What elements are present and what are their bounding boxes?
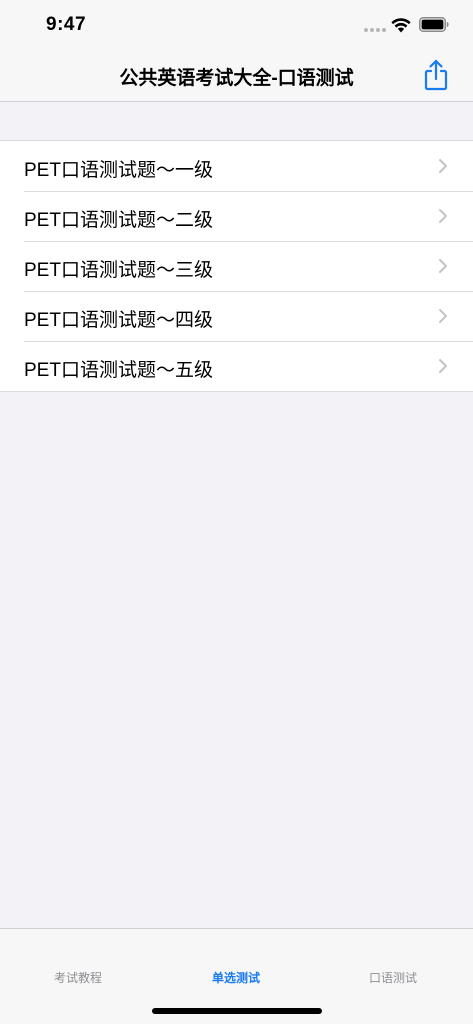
share-icon: [424, 59, 448, 91]
share-button[interactable]: [420, 58, 452, 92]
app-screen: 9:47 公共英语考试大全-口语测试 PET口语测试题～一级 PET口语测试题～…: [0, 0, 473, 1024]
list-item-label: PET口语测试题～五级: [24, 360, 213, 381]
list-item-level-1[interactable]: PET口语测试题～一级: [0, 141, 473, 191]
chevron-right-icon: [439, 209, 447, 223]
chevron-right-icon: [439, 159, 447, 173]
page-title: 公共英语考试大全-口语测试: [119, 68, 354, 89]
level-list: PET口语测试题～一级 PET口语测试题～二级 PET口语测试题～三级 PET口…: [0, 140, 473, 392]
list-item-level-3[interactable]: PET口语测试题～三级: [0, 241, 473, 291]
battery-icon: [419, 17, 449, 32]
list-item-level-5[interactable]: PET口语测试题～五级: [0, 341, 473, 391]
list-item-label: PET口语测试题～三级: [24, 260, 213, 281]
tab-single-choice-test[interactable]: 单选测试: [176, 969, 296, 986]
list-item-label: PET口语测试题～二级: [24, 210, 213, 231]
list-item-label: PET口语测试题～一级: [24, 160, 213, 181]
tab-oral-test[interactable]: 口语测试: [333, 969, 453, 986]
list-item-level-4[interactable]: PET口语测试题～四级: [0, 291, 473, 341]
list-item-label: PET口语测试题～四级: [24, 310, 213, 331]
chevron-right-icon: [439, 309, 447, 323]
tab-exam-tutorial[interactable]: 考试教程: [18, 969, 138, 986]
wifi-icon: [391, 18, 411, 33]
status-time: 9:47: [46, 14, 87, 35]
signal-dots-icon: [364, 28, 386, 32]
home-indicator[interactable]: [152, 1008, 322, 1014]
list-item-level-2[interactable]: PET口语测试题～二级: [0, 191, 473, 241]
chevron-right-icon: [439, 359, 447, 373]
status-bar: 9:47: [0, 0, 473, 50]
navigation-bar: 公共英语考试大全-口语测试: [0, 50, 473, 102]
chevron-right-icon: [439, 259, 447, 273]
